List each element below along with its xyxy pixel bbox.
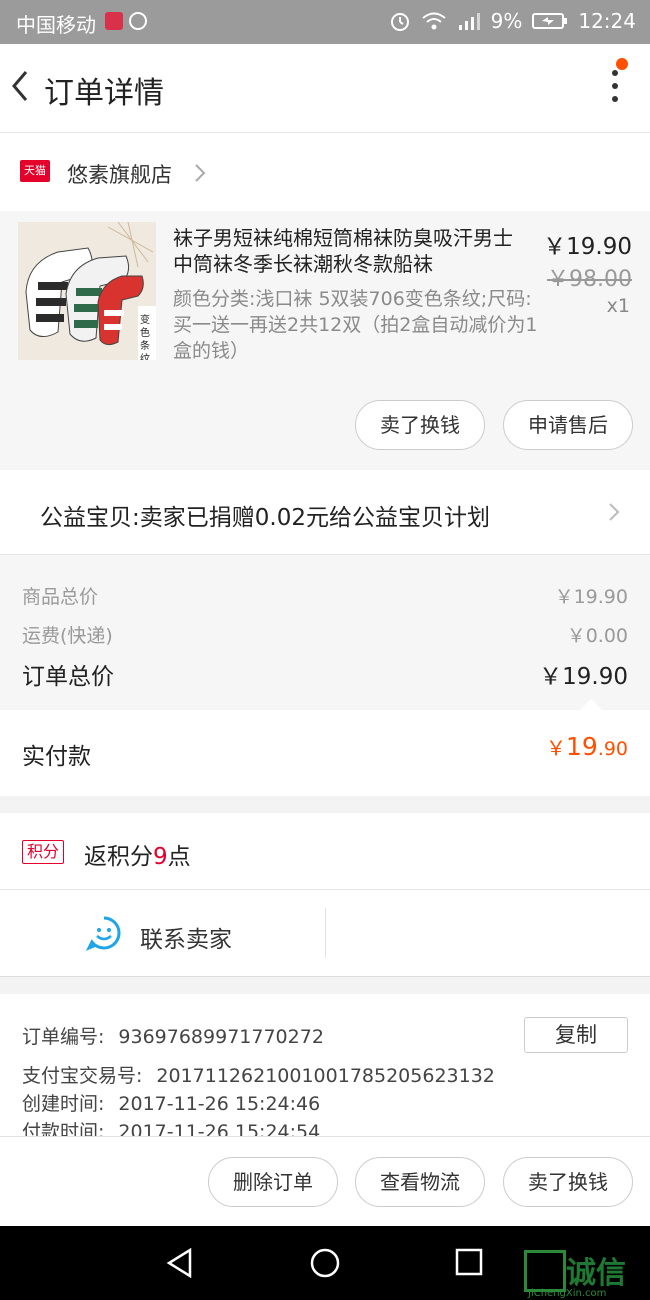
- store-name[interactable]: 悠素旗舰店: [67, 159, 172, 189]
- shipping-row: 运费(快递) ￥0.00: [22, 621, 628, 648]
- status-bar: 中国移动 9% 12:24: [0, 0, 650, 44]
- shipping-label: 运费(快递): [22, 625, 113, 647]
- alarm-icon: [390, 13, 409, 31]
- product-item[interactable]: 变色条纹 袜子男短袜纯棉短筒棉袜防臭吸汗男士中筒袜冬季长袜潮秋冬款船袜 颜色分类…: [0, 211, 650, 469]
- chat-bubble-icon[interactable]: [86, 915, 122, 951]
- resell-button[interactable]: 卖了换钱: [355, 400, 485, 450]
- chevron-right-icon: [195, 164, 206, 182]
- price-summary: 商品总价 ￥19.90 运费(快递) ￥0.00 订单总价 ￥19.90: [0, 555, 650, 710]
- copy-button[interactable]: 复制: [524, 1017, 628, 1053]
- order-number: 93697689971770272: [118, 1026, 324, 1048]
- watermark-logo: 诚信 JiChengXin.com: [524, 1248, 644, 1300]
- app-notification-icon: [105, 12, 147, 30]
- alipay-number-row: 支付宝交易号: 2017112621001001785205623132: [22, 1065, 495, 1087]
- product-title[interactable]: 袜子男短袜纯棉短筒棉袜防臭吸汗男士中筒袜冬季长袜潮秋冬款船袜: [173, 225, 528, 277]
- goods-total-row: 商品总价 ￥19.90: [22, 582, 628, 609]
- socks-image: [18, 222, 156, 360]
- back-arrow-icon[interactable]: [8, 66, 32, 106]
- store-row[interactable]: 天猫 悠素旗舰店: [0, 133, 650, 211]
- nav-recents-icon[interactable]: [455, 1248, 483, 1276]
- alipay-number: 2017112621001001785205623132: [156, 1065, 495, 1087]
- after-sales-button[interactable]: 申请售后: [503, 400, 633, 450]
- points-row: 积分 返积分9点: [0, 813, 650, 890]
- product-price: ￥19.90: [543, 234, 632, 260]
- battery-percent: 9%: [490, 9, 523, 33]
- watermark-url: JiChengXin.com: [528, 1288, 607, 1299]
- resell-button[interactable]: 卖了换钱: [503, 1157, 633, 1207]
- goods-total-label: 商品总价: [22, 586, 99, 608]
- charity-text: 公益宝贝:卖家已捐赠0.02元给公益宝贝计划: [40, 505, 490, 531]
- page-title: 订单详情: [44, 76, 164, 111]
- divider: [325, 908, 326, 958]
- order-number-row: 订单编号: 93697689971770272: [22, 1026, 324, 1048]
- order-total-value: ￥19.90: [539, 664, 628, 690]
- product-thumbnail[interactable]: 变色条纹: [18, 222, 156, 360]
- signal-icon: [458, 13, 480, 30]
- clock: 12:24: [578, 9, 636, 33]
- notification-icons: [104, 11, 148, 35]
- more-dot-icon: [612, 70, 618, 76]
- contact-row: 联系卖家: [0, 890, 650, 977]
- more-dot-icon: [612, 96, 618, 102]
- product-original-price: ￥98.00: [547, 267, 632, 292]
- contact-seller-button[interactable]: 联系卖家: [140, 920, 232, 954]
- nav-back-icon[interactable]: [166, 1248, 194, 1278]
- carrier-name: 中国移动: [16, 13, 96, 37]
- more-dot-icon: [612, 83, 618, 89]
- more-menu-button[interactable]: [610, 70, 620, 110]
- tmall-badge: 天猫: [20, 160, 50, 182]
- order-info: 订单编号: 93697689971770272 复制 支付宝交易号: 2017112…: [0, 994, 650, 1136]
- goods-total-value: ￥19.90: [554, 586, 628, 608]
- watermark-text: 诚信: [566, 1256, 626, 1291]
- product-quantity: x1: [606, 295, 630, 317]
- wifi-icon: [421, 12, 446, 30]
- caret-up-icon: [580, 699, 602, 710]
- battery-icon: [532, 13, 568, 29]
- paid-amount: ￥19.90: [545, 732, 628, 761]
- created-time: 2017-11-26 15:24:46: [118, 1093, 321, 1115]
- delete-order-button[interactable]: 删除订单: [208, 1157, 338, 1207]
- bottom-action-bar: 删除订单 查看物流 卖了换钱: [0, 1136, 650, 1227]
- points-text: 返积分9点: [84, 844, 191, 870]
- product-sku: 颜色分类:浅口袜 5双装706变色条纹;尺码:买一送一再送2共12双（拍2盒自动…: [173, 288, 538, 362]
- order-total-label: 订单总价: [22, 664, 114, 690]
- paid-time: 2017-11-26 15:24:54: [118, 1121, 321, 1136]
- notification-dot: [616, 58, 628, 70]
- order-total-row: 订单总价 ￥19.90: [22, 657, 628, 691]
- points-tag: 积分: [22, 840, 65, 864]
- thumbnail-caption: 变色条纹: [140, 315, 150, 360]
- paid-label: 实付款: [22, 744, 91, 770]
- paid-time-row: 付款时间: 2017-11-26 15:24:54: [22, 1117, 320, 1136]
- nav-home-icon[interactable]: [309, 1247, 341, 1279]
- shipping-value: ￥0.00: [566, 625, 628, 647]
- top-nav: 订单详情: [0, 44, 650, 133]
- status-right: 9% 12:24: [389, 9, 636, 33]
- chevron-right-icon: [609, 503, 620, 521]
- watermark-box-icon: [524, 1250, 566, 1292]
- view-logistics-button[interactable]: 查看物流: [355, 1157, 485, 1207]
- charity-row[interactable]: 公益宝贝:卖家已捐赠0.02元给公益宝贝计划: [0, 470, 650, 555]
- created-time-row: 创建时间: 2017-11-26 15:24:46: [22, 1093, 321, 1115]
- paid-amount-row: 实付款 ￥19.90: [0, 710, 650, 796]
